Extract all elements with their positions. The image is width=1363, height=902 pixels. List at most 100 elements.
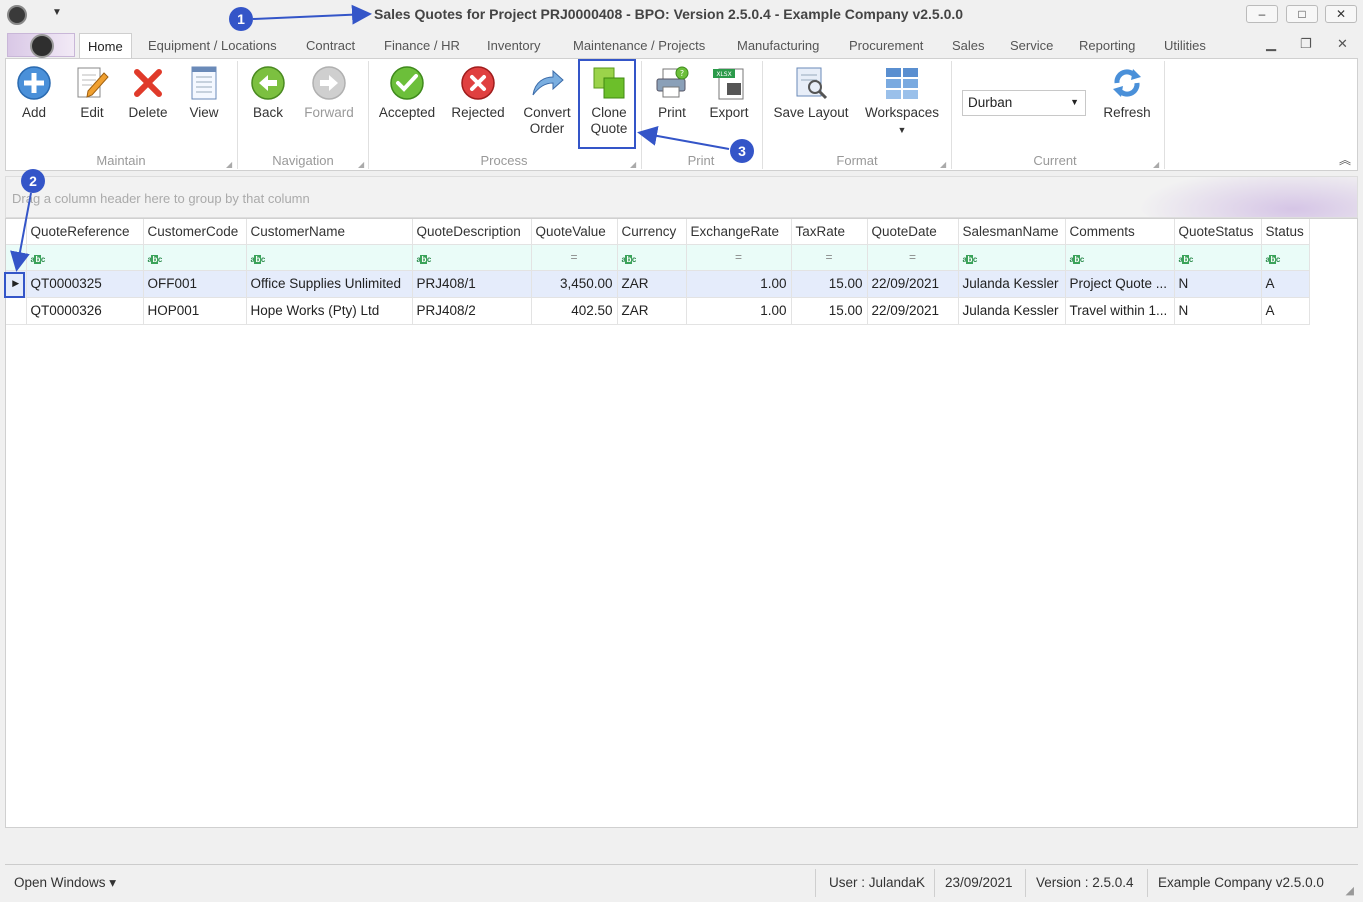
column-header[interactable]: Comments <box>1065 219 1175 245</box>
column-header[interactable]: CustomerCode <box>143 219 247 245</box>
dialog-launcher-icon[interactable]: ◢ <box>630 160 636 169</box>
tab-contract[interactable]: Contract <box>306 33 355 58</box>
table-cell[interactable]: Project Quote ... <box>1065 270 1175 298</box>
filter-cell[interactable]: abc <box>246 244 413 271</box>
app-logo-icon[interactable] <box>7 5 27 25</box>
table-cell[interactable]: 1.00 <box>686 297 792 325</box>
group-by-panel[interactable]: Drag a column header here to group by th… <box>5 176 1358 218</box>
view-button[interactable]: View <box>184 65 224 120</box>
mdi-close-icon[interactable]: ✕ <box>1337 36 1348 52</box>
filter-cell[interactable]: abc <box>1065 244 1175 271</box>
tab-utilities[interactable]: Utilities <box>1164 33 1206 58</box>
table-cell[interactable]: Hope Works (Pty) Ltd <box>246 297 413 325</box>
resize-grip-icon[interactable]: ◢ <box>1346 884 1354 897</box>
column-header[interactable]: QuoteStatus <box>1174 219 1262 245</box>
tab-manufacturing[interactable]: Manufacturing <box>737 33 819 58</box>
collapse-ribbon-icon[interactable]: ︽ <box>1339 151 1351 168</box>
close-button[interactable]: ✕ <box>1325 5 1357 23</box>
column-header[interactable]: QuoteValue <box>531 219 618 245</box>
table-cell[interactable]: 15.00 <box>791 297 868 325</box>
rejected-button[interactable]: Rejected <box>449 65 507 120</box>
convert-order-button[interactable]: Convert Order <box>518 65 576 137</box>
table-cell[interactable]: 22/09/2021 <box>867 270 959 298</box>
table-cell[interactable]: Travel within 1... <box>1065 297 1175 325</box>
column-header[interactable]: ExchangeRate <box>686 219 792 245</box>
table-cell[interactable]: 22/09/2021 <box>867 297 959 325</box>
print-button[interactable]: ? Print <box>651 65 693 120</box>
table-cell[interactable]: 3,450.00 <box>531 270 618 298</box>
quick-access-dropdown-icon[interactable]: ▼ <box>52 7 62 18</box>
table-cell[interactable]: Office Supplies Unlimited <box>246 270 413 298</box>
table-cell[interactable]: Julanda Kessler <box>958 270 1066 298</box>
filter-cell[interactable]: = <box>791 244 868 271</box>
workspaces-button[interactable]: Workspaces ▼ <box>862 65 942 138</box>
table-row[interactable]: ▶ QT0000325 OFF001 Office Supplies Unlim… <box>6 270 1310 298</box>
table-cell[interactable]: 15.00 <box>791 270 868 298</box>
table-cell[interactable]: N <box>1174 270 1262 298</box>
accepted-button[interactable]: Accepted <box>378 65 436 120</box>
mdi-minimize-icon[interactable]: ▁ <box>1266 36 1276 52</box>
filter-cell[interactable]: = <box>867 244 959 271</box>
tab-maintenance-projects[interactable]: Maintenance / Projects <box>573 33 705 58</box>
column-header[interactable]: QuoteDate <box>867 219 959 245</box>
row-indicator[interactable] <box>6 297 27 325</box>
table-cell[interactable]: A <box>1261 297 1310 325</box>
table-cell[interactable]: HOP001 <box>143 297 247 325</box>
table-cell[interactable]: OFF001 <box>143 270 247 298</box>
table-cell[interactable]: N <box>1174 297 1262 325</box>
application-menu-button[interactable] <box>7 33 75 58</box>
back-button[interactable]: Back <box>248 65 288 120</box>
add-button[interactable]: Add <box>14 65 54 120</box>
table-cell[interactable]: 402.50 <box>531 297 618 325</box>
tab-equipment-locations[interactable]: Equipment / Locations <box>148 33 277 58</box>
tab-sales[interactable]: Sales <box>952 33 985 58</box>
filter-cell[interactable]: abc <box>1261 244 1310 271</box>
dialog-launcher-icon[interactable]: ◢ <box>940 160 946 169</box>
dialog-launcher-icon[interactable]: ◢ <box>226 160 232 169</box>
column-header[interactable]: CustomerName <box>246 219 413 245</box>
save-layout-button[interactable]: Save Layout <box>770 65 852 120</box>
tab-procurement[interactable]: Procurement <box>849 33 923 58</box>
column-header[interactable]: QuoteReference <box>26 219 144 245</box>
filter-cell[interactable]: abc <box>958 244 1066 271</box>
table-cell[interactable]: A <box>1261 270 1310 298</box>
table-cell[interactable]: QT0000326 <box>26 297 144 325</box>
table-cell[interactable]: PRJ408/1 <box>412 270 532 298</box>
table-cell[interactable]: Julanda Kessler <box>958 297 1066 325</box>
restore-button[interactable]: □ <box>1286 5 1318 23</box>
table-cell[interactable]: ZAR <box>617 297 687 325</box>
table-cell[interactable]: 1.00 <box>686 270 792 298</box>
dialog-launcher-icon[interactable]: ◢ <box>358 160 364 169</box>
site-select[interactable]: Durban ▼ <box>962 90 1086 116</box>
delete-button[interactable]: Delete <box>124 65 172 120</box>
table-row[interactable]: QT0000326 HOP001 Hope Works (Pty) Ltd PR… <box>6 297 1310 325</box>
filter-cell[interactable]: abc <box>617 244 687 271</box>
filter-cell[interactable]: abc <box>1174 244 1262 271</box>
filter-cell[interactable]: abc <box>143 244 247 271</box>
forward-button[interactable]: Forward <box>302 65 356 120</box>
tab-reporting[interactable]: Reporting <box>1079 33 1135 58</box>
column-header[interactable]: TaxRate <box>791 219 868 245</box>
mdi-restore-icon[interactable]: ❐ <box>1300 36 1312 52</box>
edit-button[interactable]: Edit <box>72 65 112 120</box>
tab-finance-hr[interactable]: Finance / HR <box>384 33 460 58</box>
table-cell[interactable]: PRJ408/2 <box>412 297 532 325</box>
filter-cell[interactable]: abc <box>26 244 144 271</box>
filter-cell[interactable]: = <box>686 244 792 271</box>
column-header[interactable]: Status <box>1261 219 1310 245</box>
tab-inventory[interactable]: Inventory <box>487 33 540 58</box>
column-header[interactable]: QuoteDescription <box>412 219 532 245</box>
refresh-button[interactable]: Refresh <box>1098 65 1156 120</box>
dialog-launcher-icon[interactable]: ◢ <box>1153 160 1159 169</box>
tab-service[interactable]: Service <box>1010 33 1053 58</box>
column-header[interactable]: SalesmanName <box>958 219 1066 245</box>
table-cell[interactable]: QT0000325 <box>26 270 144 298</box>
column-header[interactable]: Currency <box>617 219 687 245</box>
tab-home[interactable]: Home <box>79 33 132 59</box>
minimize-button[interactable]: – <box>1246 5 1278 23</box>
export-button[interactable]: XLSX Export <box>706 65 752 120</box>
open-windows-dropdown[interactable]: Open Windows ▾ <box>14 875 116 891</box>
table-cell[interactable]: ZAR <box>617 270 687 298</box>
filter-cell[interactable]: = <box>531 244 618 271</box>
filter-cell[interactable]: abc <box>412 244 532 271</box>
